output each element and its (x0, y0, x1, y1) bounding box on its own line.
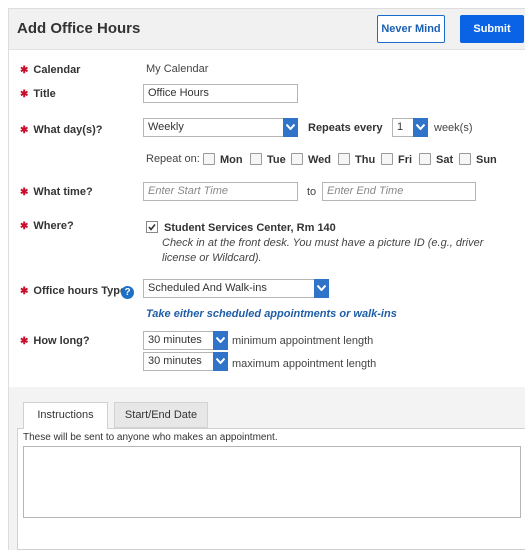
tab-start-end-date[interactable]: Start/End Date (114, 402, 208, 428)
tab-instructions[interactable]: Instructions (23, 402, 108, 429)
start-time-input[interactable]: Enter Start Time (143, 182, 298, 201)
checkbox-icon[interactable] (338, 153, 350, 165)
chevron-down-icon[interactable] (213, 352, 228, 371)
chevron-down-icon[interactable] (213, 331, 228, 350)
repeats-every-label: Repeats every (308, 122, 383, 134)
checkbox-icon[interactable] (459, 153, 471, 165)
calendar-value: My Calendar (146, 63, 209, 75)
submit-button[interactable]: Submit (460, 15, 524, 43)
required-icon: ✱ (20, 286, 29, 297)
frequency-select[interactable]: Weekly (143, 118, 298, 137)
min-length-label: minimum appointment length (232, 335, 374, 347)
chevron-down-icon[interactable] (283, 118, 298, 137)
min-length-value: 30 minutes (148, 334, 202, 346)
dialog-header: Add Office Hours Never Mind Submit (9, 9, 525, 50)
checkbox-icon[interactable] (203, 153, 215, 165)
length-label: ✱ How long? (20, 335, 90, 347)
min-length-select[interactable]: 30 minutes (143, 331, 228, 350)
repeat-on-label: Repeat on: (146, 153, 200, 165)
help-icon[interactable]: ? (121, 286, 134, 299)
weekday-mon[interactable]: Mon (203, 153, 243, 166)
time-label: ✱ What time? (20, 186, 93, 198)
end-time-input[interactable]: Enter End Time (322, 182, 476, 201)
weekday-fri[interactable]: Fri (381, 153, 412, 166)
max-length-select[interactable]: 30 minutes (143, 352, 228, 371)
week-unit-label: week(s) (434, 122, 473, 134)
title-label: ✱ Title (20, 88, 56, 100)
required-icon: ✱ (20, 187, 29, 198)
frequency-value: Weekly (148, 121, 184, 133)
checkbox-icon[interactable] (381, 153, 393, 165)
weekday-wed[interactable]: Wed (291, 153, 331, 166)
location-note: Check in at the front desk. You must hav… (162, 237, 484, 264)
required-icon: ✱ (20, 65, 29, 76)
required-icon: ✱ (20, 89, 29, 100)
max-length-label: maximum appointment length (232, 358, 377, 370)
required-icon: ✱ (20, 336, 29, 347)
checkbox-icon[interactable] (250, 153, 262, 165)
instructions-textarea[interactable] (23, 446, 521, 518)
weekday-tue[interactable]: Tue (250, 153, 286, 166)
type-select[interactable]: Scheduled And Walk-ins (143, 279, 329, 298)
max-length-value: 30 minutes (148, 355, 202, 367)
required-icon: ✱ (20, 125, 29, 136)
chevron-down-icon[interactable] (413, 118, 428, 137)
title-input[interactable]: Office Hours (143, 84, 298, 103)
weekday-sun[interactable]: Sun (459, 153, 497, 166)
location-option[interactable]: Student Services Center, Rm 140 (146, 221, 336, 234)
type-value: Scheduled And Walk-ins (148, 282, 267, 294)
days-label: ✱ What day(s)? (20, 124, 103, 136)
checkbox-icon[interactable] (419, 153, 431, 165)
checked-checkbox-icon[interactable] (146, 221, 158, 233)
required-icon: ✱ (20, 221, 29, 232)
weekday-thu[interactable]: Thu (338, 153, 375, 166)
type-hint: Take either scheduled appointments or wa… (146, 308, 397, 320)
interval-value: 1 (397, 121, 404, 133)
dialog-title: Add Office Hours (17, 20, 141, 37)
interval-select[interactable]: 1 (392, 118, 428, 137)
never-mind-button[interactable]: Never Mind (377, 15, 445, 43)
to-label: to (307, 186, 317, 198)
weekday-sat[interactable]: Sat (419, 153, 453, 166)
type-label: ✱ Office hours Type (20, 285, 127, 297)
calendar-label: ✱ Calendar (20, 64, 81, 76)
chevron-down-icon[interactable] (314, 279, 329, 298)
instructions-help-text: These will be sent to anyone who makes a… (23, 432, 278, 443)
where-label: ✱ Where? (20, 220, 74, 232)
checkbox-icon[interactable] (291, 153, 303, 165)
